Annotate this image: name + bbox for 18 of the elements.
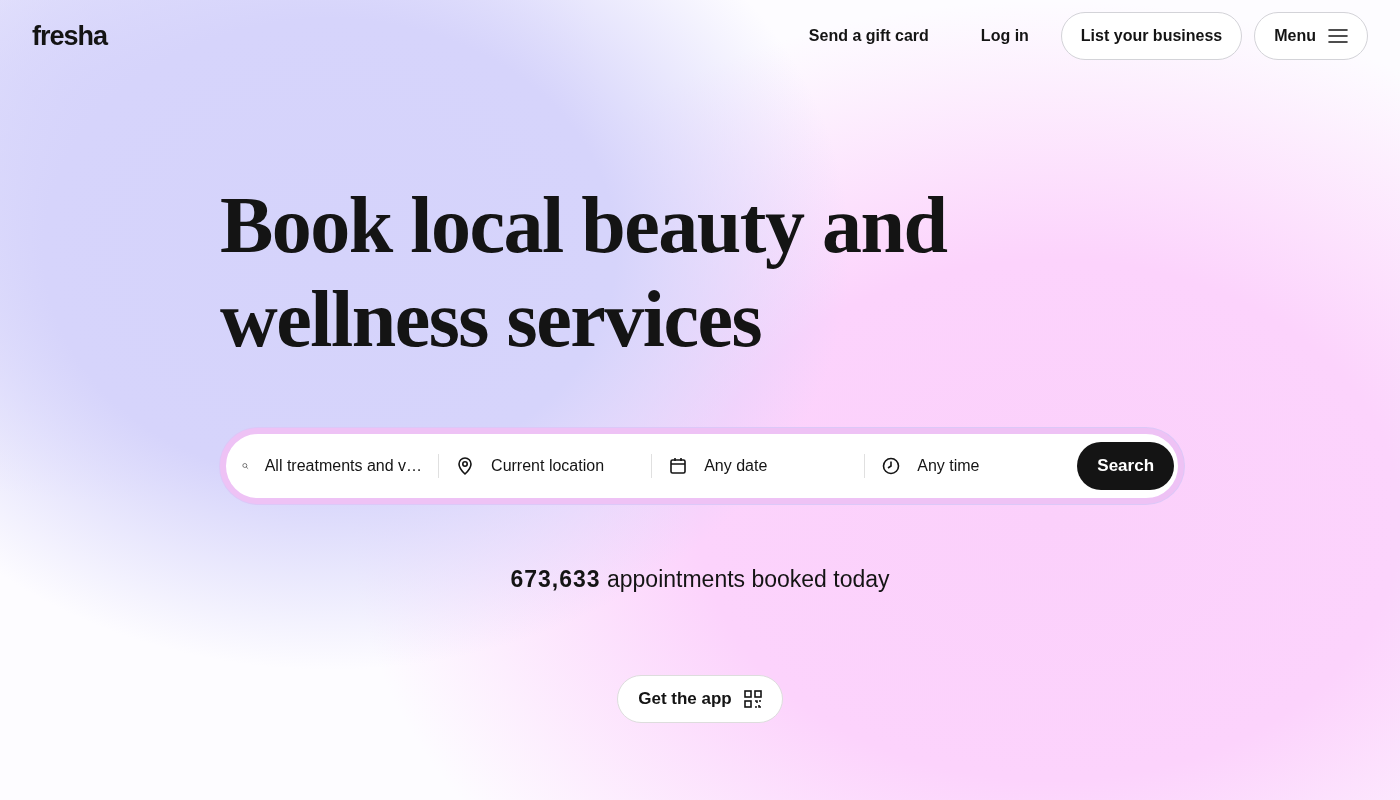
location-field[interactable]: Current location xyxy=(439,434,652,498)
treatment-field[interactable]: All treatments and v… xyxy=(226,434,439,498)
list-business-button[interactable]: List your business xyxy=(1060,12,1243,60)
menu-button[interactable]: Menu xyxy=(1254,12,1368,60)
hero-title: Book local beauty and xyxy=(220,180,947,271)
nav-link[interactable]: Log in xyxy=(960,27,1049,45)
nav-link[interactable]: Send a gift card xyxy=(788,27,949,45)
clock-icon xyxy=(881,456,902,476)
search-button[interactable]: Search xyxy=(1077,442,1174,490)
calendar-icon xyxy=(668,456,689,476)
get-app-button[interactable]: Get the app xyxy=(617,675,783,723)
logo[interactable]: fresha xyxy=(32,20,108,52)
appointments-count: 673,633 appointments booked today xyxy=(510,566,890,593)
qr-code-icon xyxy=(743,690,762,708)
time-field[interactable]: Any time xyxy=(865,434,1078,498)
menu-icon xyxy=(1328,28,1348,44)
date-field[interactable]: Any date xyxy=(652,434,865,498)
hero-title: wellness services xyxy=(220,274,762,365)
